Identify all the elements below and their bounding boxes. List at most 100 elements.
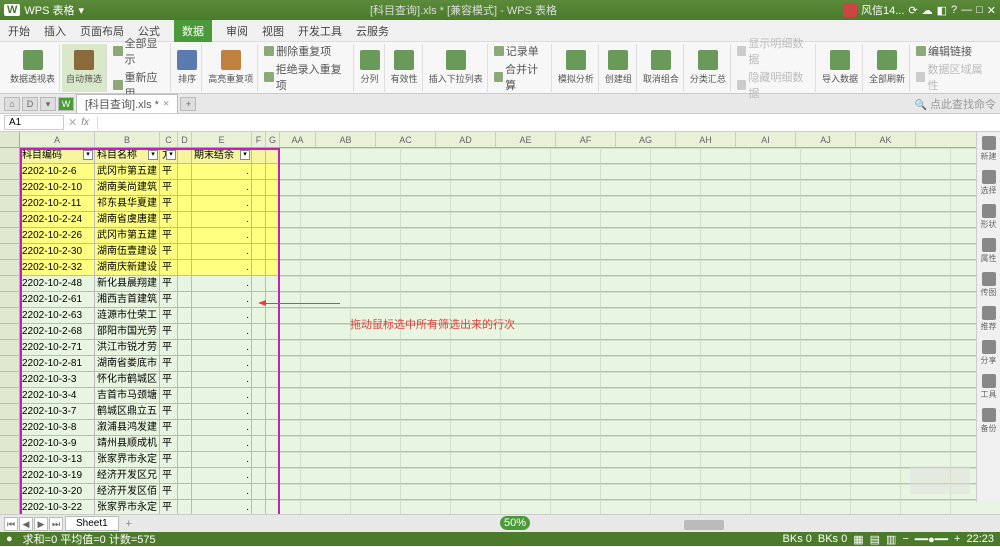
side-props[interactable]: 属性 [981,238,997,264]
close-icon[interactable]: ✕ [987,4,996,17]
select-all-corner[interactable] [0,132,20,147]
filter-icon[interactable]: ▾ [240,150,250,160]
tab-add-icon[interactable]: + [180,97,196,111]
menu-start[interactable]: 开始 [8,23,30,39]
side-tools[interactable]: 工具 [981,374,997,400]
col-ae[interactable]: AE [496,132,556,147]
zoom-out-icon[interactable]: − [902,533,908,545]
ribbon-split[interactable]: 分列 [356,44,385,92]
table-row[interactable]: 2202-10-3-19 经济开发区兄 平 . [0,468,1000,484]
menu-dev[interactable]: 开发工具 [298,23,342,39]
menu-data[interactable]: 数据 [174,20,212,42]
sync-icon[interactable]: ⟳ [908,4,917,17]
filter-icon[interactable]: ▾ [148,150,158,160]
side-backup[interactable]: 备份 [981,408,997,434]
table-row[interactable]: 2202-10-3-8 溆浦县鸿发建 平 . [0,420,1000,436]
user-name[interactable]: 风信14... [861,2,904,18]
filter-icon[interactable]: ▾ [83,150,93,160]
view-normal-icon[interactable]: ▦ [853,533,863,546]
header-dir[interactable]: 方▾ [160,148,178,163]
side-select[interactable]: 选择 [981,170,997,196]
col-a[interactable]: A [20,132,95,147]
ribbon-refresh[interactable]: 全部刷新 [865,44,910,92]
table-row[interactable]: 2202-10-2-6 武冈市第五建 平 . [0,164,1000,180]
ribbon-whatif[interactable]: 模拟分析 [554,44,599,92]
doc-tab[interactable]: [科目查询].xls *× [76,94,178,113]
horizontal-scrollbar[interactable] [680,518,980,532]
ribbon-ungroup[interactable]: 取消组合 [639,44,684,92]
ribbon-import[interactable]: 导入数据 [818,44,863,92]
tab-back-icon[interactable]: D [22,97,38,111]
tab-close-icon[interactable]: × [163,98,169,110]
help-icon[interactable]: ? [951,4,957,16]
ribbon-validate[interactable]: 有效性 [387,44,423,92]
sheet-tab[interactable]: Sheet1 [65,516,119,531]
fx-icon[interactable]: fx [81,117,89,128]
ribbon-dataprops[interactable]: 数据区域属性 [916,61,990,93]
command-search[interactable]: 🔍 点此查找命令 [915,96,996,112]
col-ac[interactable]: AC [376,132,436,147]
cloud-icon[interactable]: ☁ [922,4,933,17]
table-row[interactable]: 2202-10-2-26 武冈市第五建 平 . [0,228,1000,244]
ribbon-group[interactable]: 创建组 [601,44,637,92]
filter-icon[interactable]: ▾ [166,150,176,160]
col-af[interactable]: AF [556,132,616,147]
sheet-next-icon[interactable]: ▶ [34,517,48,531]
table-row[interactable]: 2202-10-2-32 湖南庆新建设 平 . [0,260,1000,276]
col-c[interactable]: C [160,132,178,147]
col-aj[interactable]: AJ [796,132,856,147]
table-row[interactable]: 2202-10-3-13 张家界市永定 平 . [0,452,1000,468]
table-row[interactable]: 2202-10-2-81 湖南省娄底市 平 . [0,356,1000,372]
table-row[interactable]: 2202-10-2-11 祁东县华夏建 平 . [0,196,1000,212]
ribbon-consolidate[interactable]: 合并计算 [494,61,547,93]
view-break-icon[interactable]: ▥ [886,533,896,546]
col-ak[interactable]: AK [856,132,916,147]
header-balance[interactable]: 期末结余▾ [192,148,252,163]
cell-reference[interactable] [4,115,64,130]
col-ab[interactable]: AB [316,132,376,147]
menu-view[interactable]: 视图 [262,23,284,39]
col-d[interactable]: D [178,132,192,147]
zoom-slider[interactable]: ━━●━━ [915,533,948,546]
menu-insert[interactable]: 插入 [44,23,66,39]
col-ai[interactable]: AI [736,132,796,147]
table-row[interactable]: 2202-10-2-30 湖南伍壹建设 平 . [0,244,1000,260]
tab-new-icon[interactable]: W [58,97,74,111]
ribbon-hidedetail[interactable]: 隐藏明细数据 [737,69,811,101]
ribbon-record[interactable]: 记录单 [494,43,547,59]
table-row[interactable]: 2202-10-2-61 湘西吉首建筑 平 . [0,292,1000,308]
col-g[interactable]: G [266,132,280,147]
side-upload[interactable]: 传图 [981,272,997,298]
ribbon-rejectdup[interactable]: 拒绝录入重复项 [264,61,348,93]
skin-icon[interactable]: ◧ [937,4,947,17]
side-shape[interactable]: 形状 [981,204,997,230]
minimize-icon[interactable]: — [961,4,972,16]
ribbon-showdetail[interactable]: 显示明细数据 [737,35,811,67]
ribbon-dropdown[interactable]: 插入下拉列表 [425,44,488,92]
table-row[interactable]: 2202-10-3-20 经济开发区佰 平 . [0,484,1000,500]
ribbon-editlink[interactable]: 编辑链接 [916,43,990,59]
fx-cancel-icon[interactable]: ✕ [68,116,77,129]
col-f[interactable]: F [252,132,266,147]
ribbon-subtotal[interactable]: 分类汇总 [686,44,731,92]
sheet-prev-icon[interactable]: ◀ [19,517,33,531]
table-row[interactable]: 2202-10-2-24 湖南省虞唐建 平 . [0,212,1000,228]
sheet-add-icon[interactable]: + [121,518,137,530]
menu-review[interactable]: 审阅 [226,23,248,39]
table-row[interactable]: 2202-10-3-3 怀化市鹤城区 平 . [0,372,1000,388]
zoom-in-icon[interactable]: + [954,533,960,545]
col-ag[interactable]: AG [616,132,676,147]
col-aa[interactable]: AA [280,132,316,147]
maximize-icon[interactable]: □ [976,4,983,16]
col-e[interactable]: E [192,132,252,147]
formula-input[interactable] [97,116,996,130]
table-row[interactable]: 2202-10-2-10 湖南美尚建筑 平 . [0,180,1000,196]
table-row[interactable]: 2202-10-2-48 新化县晨翔建 平 . [0,276,1000,292]
tab-fwd-icon[interactable]: ▾ [40,97,56,111]
table-row[interactable]: 2202-10-3-7 鹤城区鼎立五 平 . [0,404,1000,420]
ribbon-dedup[interactable]: 删除重复项 [264,43,348,59]
header-name[interactable]: 科目名称▾ [95,148,160,163]
table-row[interactable]: 2202-10-3-4 吉首市马颈塘 平 . [0,388,1000,404]
col-b[interactable]: B [95,132,160,147]
side-new[interactable]: 新建 [981,136,997,162]
